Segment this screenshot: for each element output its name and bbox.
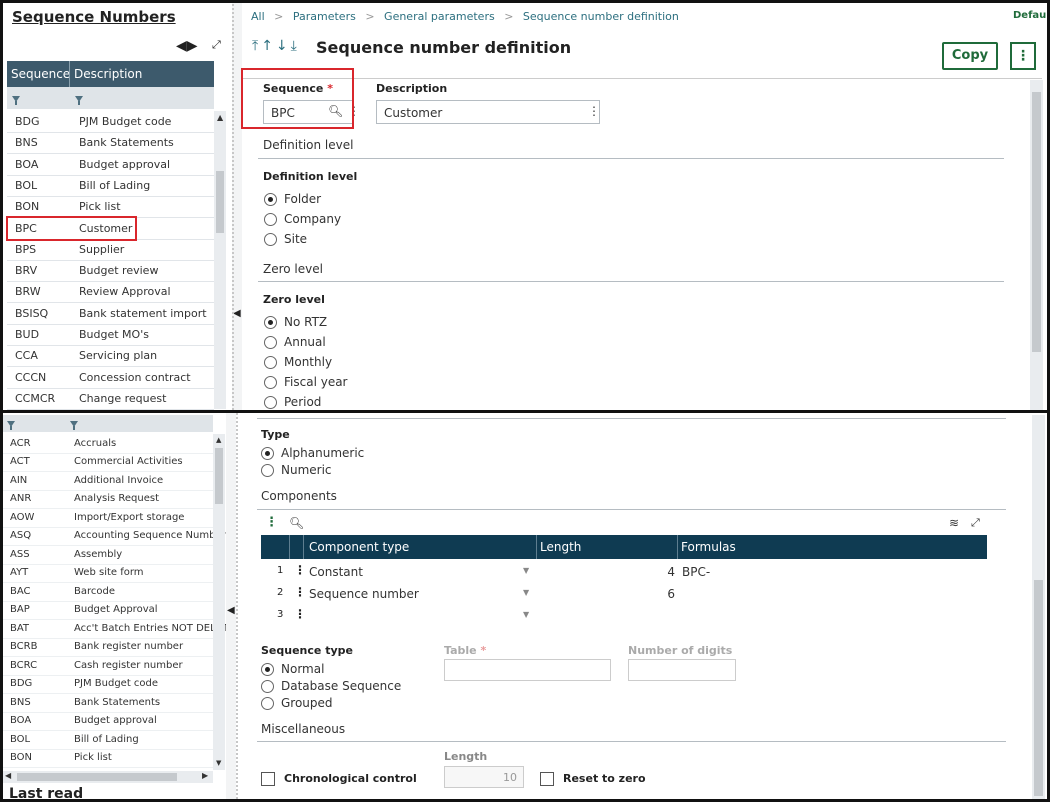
bottom-screenshot-frame bbox=[0, 410, 1050, 802]
top-screenshot-frame bbox=[0, 0, 1050, 413]
